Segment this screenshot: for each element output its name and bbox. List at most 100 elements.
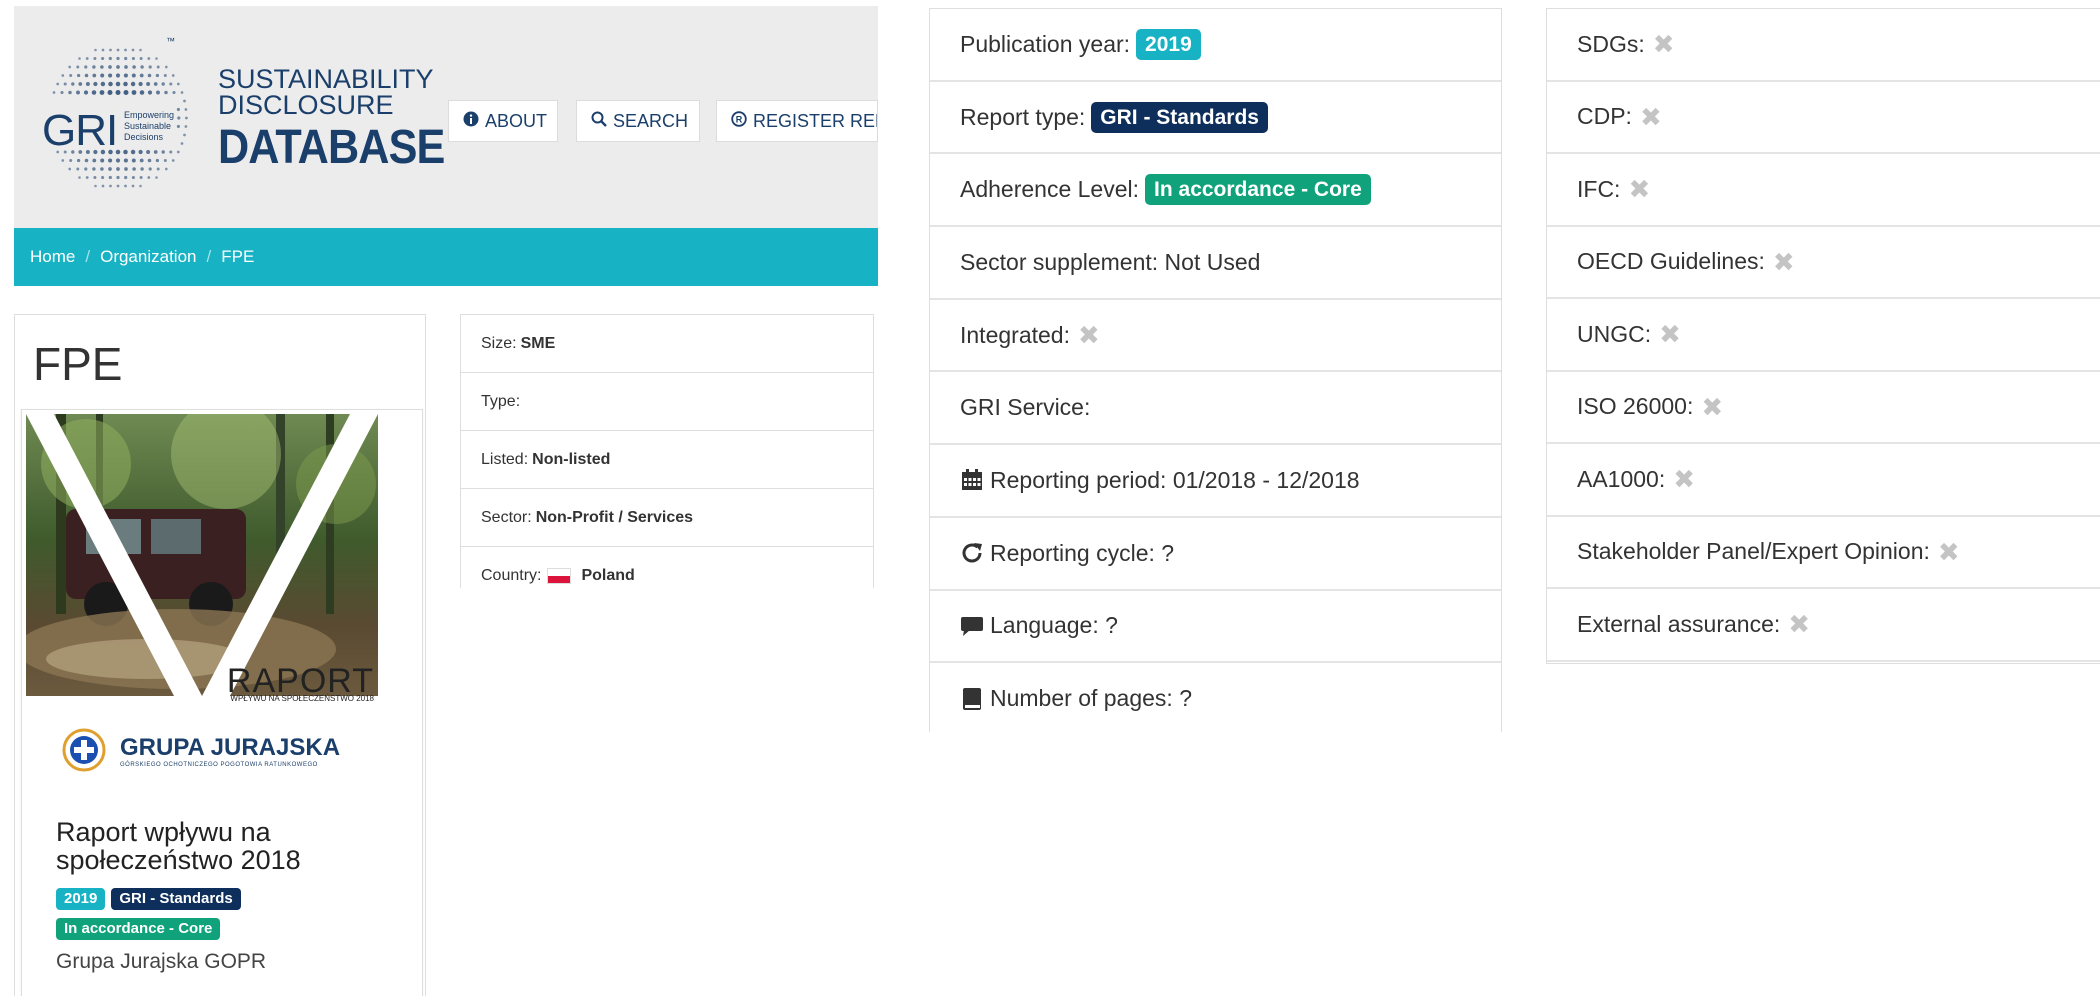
logo-dot — [83, 90, 89, 95]
logo-dot — [132, 65, 136, 69]
row-iso-26000: ISO 26000: ✖ — [1547, 372, 2100, 444]
detail-size: Size: SME — [461, 315, 873, 373]
row-label: Report type: — [960, 103, 1086, 130]
x-mark-icon: ✖ — [1652, 29, 1675, 60]
logo-dot — [91, 90, 97, 95]
row-number-of-pages: Number of pages: ? — [930, 663, 1501, 732]
logo-dot — [180, 91, 184, 94]
logo-dot — [61, 74, 65, 77]
row-label: Integrated: — [960, 321, 1070, 348]
adherence-badge: In accordance - Core — [56, 918, 221, 940]
title-line-1: SUSTAINABILITY — [218, 64, 434, 94]
logo-dot — [115, 158, 121, 163]
logo-dot — [155, 57, 158, 60]
logo-dot — [61, 159, 65, 162]
logo-dot — [147, 90, 153, 95]
report-title[interactable]: Raport wpływu na społeczeństwo 2018 — [56, 818, 396, 874]
logo-dot — [116, 184, 120, 188]
row-label: ISO 26000: — [1577, 393, 1694, 420]
logo-dot — [138, 149, 143, 155]
logo-dot — [68, 65, 72, 69]
logo-dot — [123, 73, 128, 78]
logo-dot — [84, 167, 88, 171]
logo-dot — [63, 82, 67, 86]
logo-dot — [71, 82, 75, 86]
nav-register-report-button[interactable]: R REGISTER REPORT — [716, 100, 878, 142]
logo-dot — [163, 74, 167, 77]
logo-dot — [169, 82, 173, 86]
organization-name: FPE — [33, 338, 123, 390]
logo-dot — [139, 73, 144, 78]
tagline-line: Sustainable — [124, 121, 172, 131]
row-integrated: Integrated: ✖ — [930, 300, 1501, 373]
logo-dot — [116, 167, 120, 171]
logo-dot — [123, 149, 128, 155]
logo-dot — [100, 158, 105, 163]
nav-register-label: REGISTER REPORT — [753, 110, 877, 131]
logo-dot — [139, 57, 143, 60]
breadcrumb-organization-link[interactable]: Organization — [100, 247, 196, 267]
site-title-top: SUSTAINABILITY DISCLOSURE — [218, 64, 458, 120]
logo-dot — [169, 150, 173, 154]
cover-organization: GRUPA JURAJSKA — [120, 734, 341, 761]
info-circle-icon — [463, 111, 479, 132]
report-cover-image[interactable]: RAPORT WPŁYWU NA SPOŁECZEŃSTWO 2018 GRUP… — [26, 414, 378, 788]
logo-dot — [124, 65, 128, 69]
row-ungc: UNGC: ✖ — [1547, 299, 2100, 372]
logo-dot — [108, 81, 113, 87]
row-label: UNGC: — [1577, 320, 1652, 347]
logo-dot — [156, 90, 160, 95]
logo-dot — [130, 149, 136, 155]
gopr-cross-logo-icon — [62, 728, 106, 772]
logo-dot — [108, 56, 112, 61]
logo-dot — [183, 99, 186, 103]
logo-dot — [176, 150, 180, 154]
x-mark-icon: ✖ — [1077, 320, 1100, 351]
poland-flag-icon — [547, 567, 572, 584]
logo-dot — [101, 48, 105, 52]
logo-dot — [116, 56, 120, 61]
x-mark-icon: ✖ — [1701, 391, 1724, 422]
detail-listed: Listed: Non-listed — [461, 431, 873, 489]
title-line-2: DISCLOSURE — [218, 90, 394, 120]
logo-dot — [93, 81, 98, 87]
logo-dot — [123, 90, 129, 95]
search-icon — [591, 111, 607, 132]
logo-dot — [115, 89, 121, 96]
nav-search-button[interactable]: SEARCH — [576, 100, 700, 142]
logo-dot — [139, 184, 142, 188]
logo-dot — [68, 167, 72, 171]
logo-dot — [68, 90, 72, 95]
svg-text:R: R — [736, 114, 743, 124]
logo-dot — [124, 175, 128, 180]
row-reporting-cycle: Reporting cycle: ? — [930, 518, 1501, 591]
logo-dot — [153, 150, 158, 154]
logo-dot — [115, 73, 121, 78]
breadcrumb-home-link[interactable]: Home — [30, 247, 75, 267]
logo-dot — [156, 167, 160, 171]
row-stakeholder-panel: Stakeholder Panel/Expert Opinion: ✖ — [1547, 517, 2100, 589]
logo-dot — [139, 90, 145, 95]
logo-dot — [147, 176, 151, 179]
detail-label: Type: — [481, 392, 521, 410]
logo-dot — [108, 158, 113, 163]
logo-dot — [101, 56, 105, 61]
logo-dot — [116, 48, 120, 52]
logo-dot — [124, 48, 127, 52]
logo-dot — [85, 82, 90, 86]
row-label: Language: ? — [990, 612, 1118, 639]
adherence-badge: In accordance - Core — [1145, 174, 1371, 206]
nav-about-button[interactable]: ABOUT — [448, 100, 558, 142]
detail-value: Poland — [581, 566, 635, 584]
logo-dot — [163, 159, 167, 162]
logo-dot — [85, 57, 89, 60]
organization-details-list: Size: SME Type: Listed: Non-listed Secto… — [460, 314, 874, 588]
logo-dot — [76, 73, 81, 78]
report-type-badge: GRI - Standards — [1091, 101, 1268, 133]
logo-dot — [69, 159, 73, 162]
logo-dot — [99, 90, 105, 95]
report-card[interactable]: RAPORT WPŁYWU NA SPOŁECZEŃSTWO 2018 GRUP… — [21, 409, 423, 996]
logo-dot — [109, 184, 112, 188]
detail-value: Non-Profit / Services — [535, 508, 694, 526]
logo-dot — [78, 82, 83, 86]
